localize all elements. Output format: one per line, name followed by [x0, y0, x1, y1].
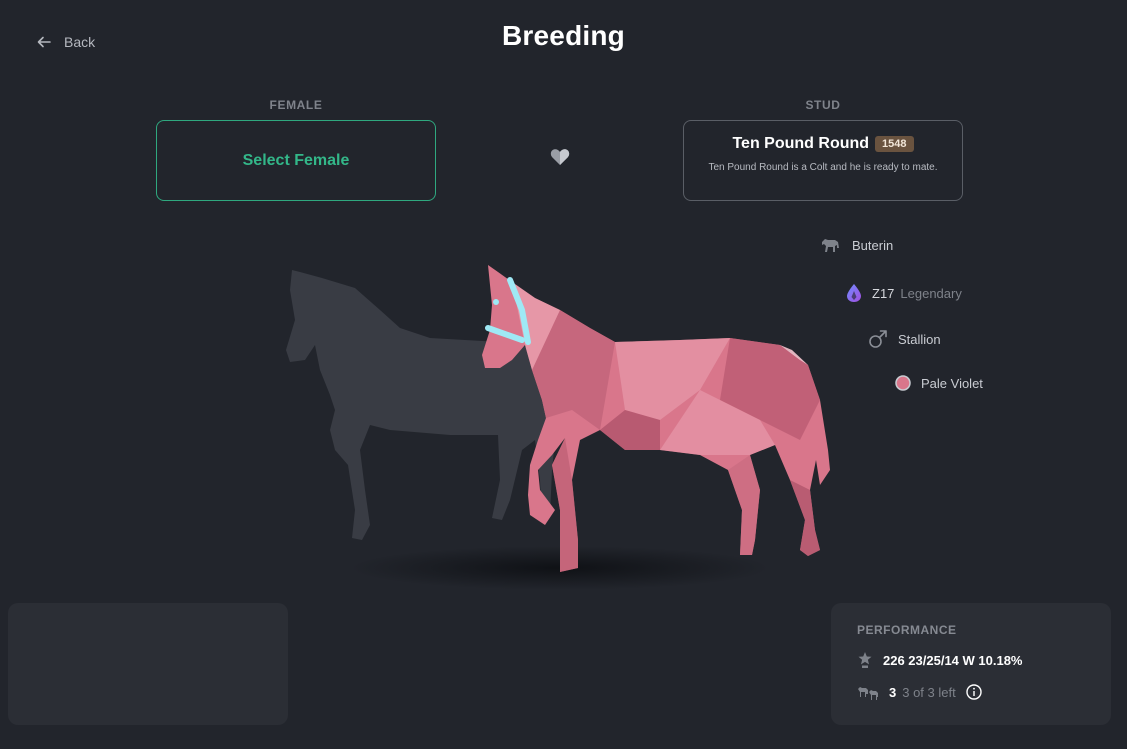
- female-section-label: FEMALE: [269, 98, 323, 112]
- male-symbol-icon: [869, 330, 887, 348]
- stud-name-row: Ten Pound Round 1548: [704, 135, 942, 153]
- color-swatch-icon: [895, 375, 911, 391]
- info-icon[interactable]: [966, 684, 982, 700]
- stud-description: Ten Pound Round is a Colt and he is read…: [708, 162, 938, 173]
- stud-name: Ten Pound Round: [732, 135, 870, 152]
- info-panel-left: [8, 603, 288, 725]
- offspring-icon: [858, 687, 878, 700]
- heart-icon: [550, 149, 570, 165]
- performance-panel: PERFORMANCE 226 23/25/14 W 10.18% 3 3 of…: [831, 603, 1111, 725]
- genotype-value: Z17: [872, 285, 895, 301]
- offspring-left: 3 of 3 left: [902, 684, 956, 700]
- color-value: Pale Violet: [921, 375, 983, 391]
- performance-stats: 226 23/25/14 W 10.18%: [883, 652, 1023, 668]
- stud-badge: 1548: [875, 136, 914, 152]
- performance-title: PERFORMANCE: [857, 623, 957, 637]
- breeding-screen: Back Breeding FEMALE STUD Select Female …: [0, 0, 1127, 749]
- stud-section-label: STUD: [805, 98, 841, 112]
- trophy-icon: [858, 652, 872, 668]
- select-female-button[interactable]: Select Female: [156, 120, 436, 201]
- rarity-value: Legendary: [900, 285, 962, 301]
- gender-value: Stallion: [898, 331, 941, 347]
- attribute-gender: Stallion: [868, 329, 941, 349]
- select-female-label: Select Female: [242, 151, 350, 169]
- attribute-color: Pale Violet: [895, 375, 983, 391]
- offspring-row: 3 3 of 3 left: [857, 683, 1085, 701]
- horse-display: [286, 265, 830, 590]
- offspring-count: 3: [889, 684, 897, 700]
- attribute-genotype: Z17 Legendary: [846, 283, 962, 303]
- page-title: Breeding: [502, 20, 625, 51]
- performance-stats-row: 226 23/25/14 W 10.18%: [857, 651, 1085, 669]
- stud-card[interactable]: Ten Pound Round 1548 Ten Pound Round is …: [683, 120, 963, 201]
